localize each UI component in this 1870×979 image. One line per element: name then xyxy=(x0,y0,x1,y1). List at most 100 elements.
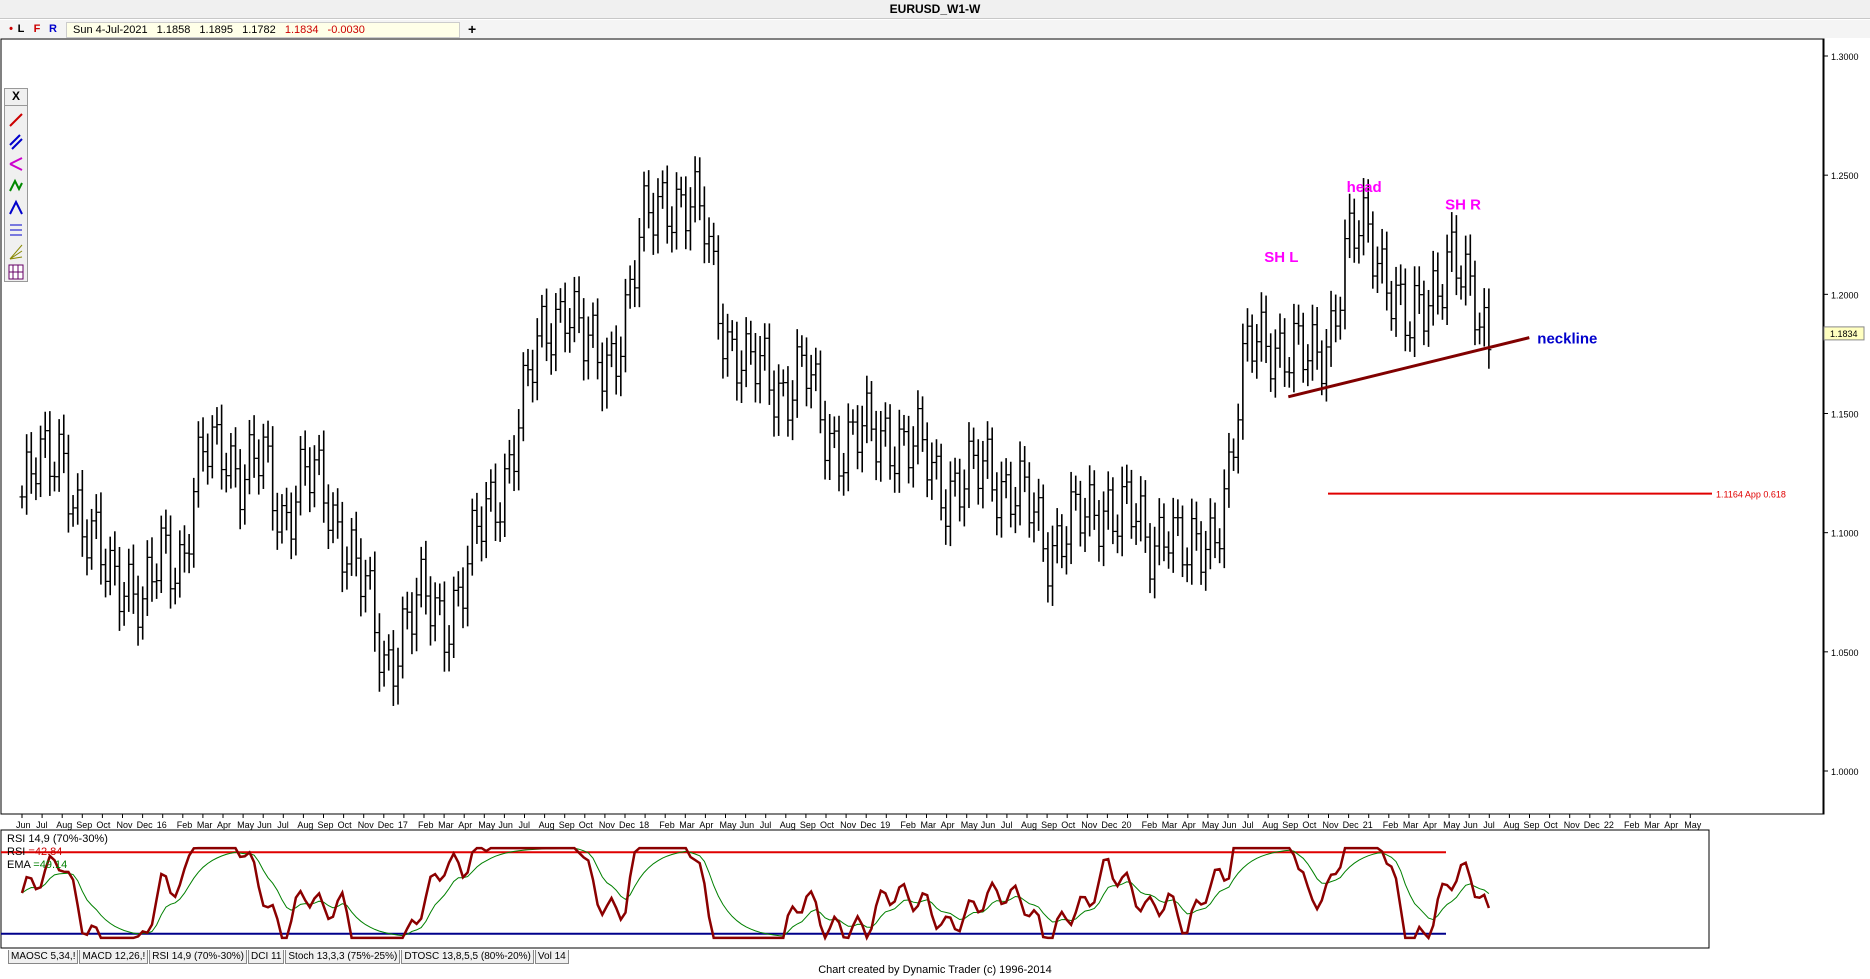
time-tick-label: Mar xyxy=(679,820,695,830)
time-tick-label: Jun xyxy=(1222,820,1237,830)
time-tick-label: Dec xyxy=(860,820,877,830)
time-tick-label: Aug xyxy=(56,820,72,830)
time-tick-label: Mar xyxy=(1403,820,1419,830)
time-tick-label: Mar xyxy=(1162,820,1178,830)
time-tick-label: Aug xyxy=(539,820,555,830)
time-tick-label: Jul xyxy=(1001,820,1013,830)
time-tick-label: Dec xyxy=(137,820,154,830)
time-tick-label: Jul xyxy=(277,820,289,830)
drawing-toolbox: X xyxy=(4,88,28,282)
price-tick-label: 1.2500 xyxy=(1831,171,1859,181)
pitchfork-icon[interactable] xyxy=(8,155,24,173)
time-tick-label: Sep xyxy=(76,820,92,830)
indicator-tab[interactable]: RSI 14,9 (70%-30%) xyxy=(149,950,247,964)
indicator-tab[interactable]: MACD 12,26,! xyxy=(79,950,149,964)
time-tick-label: Sep xyxy=(559,820,575,830)
annotation-label: 1.1164 App 0.618 xyxy=(1716,490,1786,500)
time-tick-label: Aug xyxy=(780,820,796,830)
rsi-value: =42.84 xyxy=(28,846,63,858)
time-tick-label: Dec xyxy=(1343,820,1360,830)
toolbox-close-button[interactable]: X xyxy=(5,89,27,106)
time-tick-label: Dec xyxy=(619,820,636,830)
time-tick-label: May xyxy=(720,820,738,830)
price-tick-label: 1.2000 xyxy=(1831,290,1859,300)
time-tick-label: Dec xyxy=(378,820,395,830)
time-tick-label: Oct xyxy=(338,820,353,830)
time-tick-label: Dec xyxy=(1584,820,1601,830)
time-tick-label: Feb xyxy=(418,820,434,830)
time-tick-label: Feb xyxy=(1142,820,1158,830)
time-tick-label: Apr xyxy=(941,820,955,830)
time-tick-label: Apr xyxy=(699,820,713,830)
time-tick-label: Jun xyxy=(498,820,513,830)
time-tick-label: Apr xyxy=(458,820,472,830)
ema-value: =49.14 xyxy=(33,859,68,871)
indicator-tab[interactable]: DTOSC 13,8,5,5 (80%-20%) xyxy=(401,950,534,964)
time-tick-label: May xyxy=(478,820,496,830)
time-tick-label: Mar xyxy=(438,820,454,830)
time-tick-label: Nov xyxy=(840,820,857,830)
time-tick-label: Jul xyxy=(1242,820,1254,830)
time-tick-label: Oct xyxy=(820,820,835,830)
time-tick-label: Jun xyxy=(16,820,31,830)
time-tick-label: Apr xyxy=(1423,820,1437,830)
abc-icon[interactable] xyxy=(8,177,24,195)
time-tick-label: Oct xyxy=(96,820,111,830)
time-tick-label: Feb xyxy=(1624,820,1640,830)
annotation-label: head xyxy=(1347,179,1382,196)
annotation-label: neckline xyxy=(1537,331,1597,348)
projection-icon[interactable] xyxy=(8,199,24,217)
time-tick-label: May xyxy=(1684,820,1702,830)
price-tick-label: 1.1000 xyxy=(1831,529,1859,539)
time-tick-label: May xyxy=(237,820,255,830)
time-tick-label: May xyxy=(961,820,979,830)
time-tick-label: Sep xyxy=(318,820,334,830)
time-tick-label: Feb xyxy=(900,820,916,830)
chart-canvas[interactable]: 1.3000 1.2500 1.2000 1.1500 1.1000 1.0500 1.00… xyxy=(0,0,1870,979)
time-tick-label: Sep xyxy=(1524,820,1540,830)
time-tick-label: Sep xyxy=(1041,820,1057,830)
indicator-tab[interactable]: DCI 11 xyxy=(248,950,285,964)
price-tick-label: 1.0000 xyxy=(1831,767,1859,777)
time-tick-label: Jul xyxy=(36,820,48,830)
retrace-icon[interactable] xyxy=(8,221,24,239)
parallel-icon[interactable] xyxy=(8,133,24,151)
footer-credit: Chart created by Dynamic Trader (c) 1996… xyxy=(818,964,1052,976)
price-tick-label: 1.0500 xyxy=(1831,648,1859,658)
indicator-tabs: MAOSC 5,34,! MACD 12,26,! RSI 14,9 (70%-30… xyxy=(8,950,570,964)
time-tick-label: Nov xyxy=(1081,820,1098,830)
time-tick-label: Mar xyxy=(197,820,213,830)
price-axis: 1.3000 1.2500 1.2000 1.1500 1.1000 1.0500 1.00… xyxy=(1823,52,1865,777)
price-tick-label: 1.1500 xyxy=(1831,410,1859,420)
time-tick-label: May xyxy=(1202,820,1220,830)
time-tick-label: 21 xyxy=(1363,820,1373,830)
time-tick-label: Oct xyxy=(1061,820,1076,830)
time-tick-label: Nov xyxy=(599,820,616,830)
time-tick-label: Nov xyxy=(117,820,134,830)
time-tick-label: Oct xyxy=(1544,820,1559,830)
indicator-tab[interactable]: MAOSC 5,34,! xyxy=(8,950,79,964)
annotation-label: SH R xyxy=(1445,197,1481,214)
indicator-tab[interactable]: Vol 14 xyxy=(534,950,569,964)
time-tick-label: Dec xyxy=(1101,820,1118,830)
trendline-icon[interactable] xyxy=(8,111,24,129)
time-tick-label: Nov xyxy=(1323,820,1340,830)
gann-fan-icon[interactable] xyxy=(8,243,24,261)
time-tick-label: Feb xyxy=(177,820,193,830)
time-tick-label: Nov xyxy=(1564,820,1581,830)
time-tick-label: Jun xyxy=(740,820,755,830)
time-tick-label: Jun xyxy=(981,820,996,830)
time-tick-label: Feb xyxy=(659,820,675,830)
time-tick-label: 16 xyxy=(157,820,167,830)
indicator-tab[interactable]: Stoch 13,3,3 (75%-25%) xyxy=(285,950,401,964)
time-tick-label: Nov xyxy=(358,820,375,830)
time-tick-label: May xyxy=(1443,820,1461,830)
grid-icon[interactable] xyxy=(8,263,24,281)
rsi-legend-rsi: RSI =42.84 xyxy=(7,846,63,858)
time-tick-label: Feb xyxy=(1383,820,1399,830)
rsi-legend: RSI 14,9 (70%-30%) RSI =42.84 EMA =49.14 xyxy=(7,833,108,872)
time-tick-label: Sep xyxy=(1282,820,1298,830)
time-tick-label: Aug xyxy=(297,820,313,830)
time-tick-label: Jul xyxy=(760,820,772,830)
time-tick-label: Aug xyxy=(1262,820,1278,830)
